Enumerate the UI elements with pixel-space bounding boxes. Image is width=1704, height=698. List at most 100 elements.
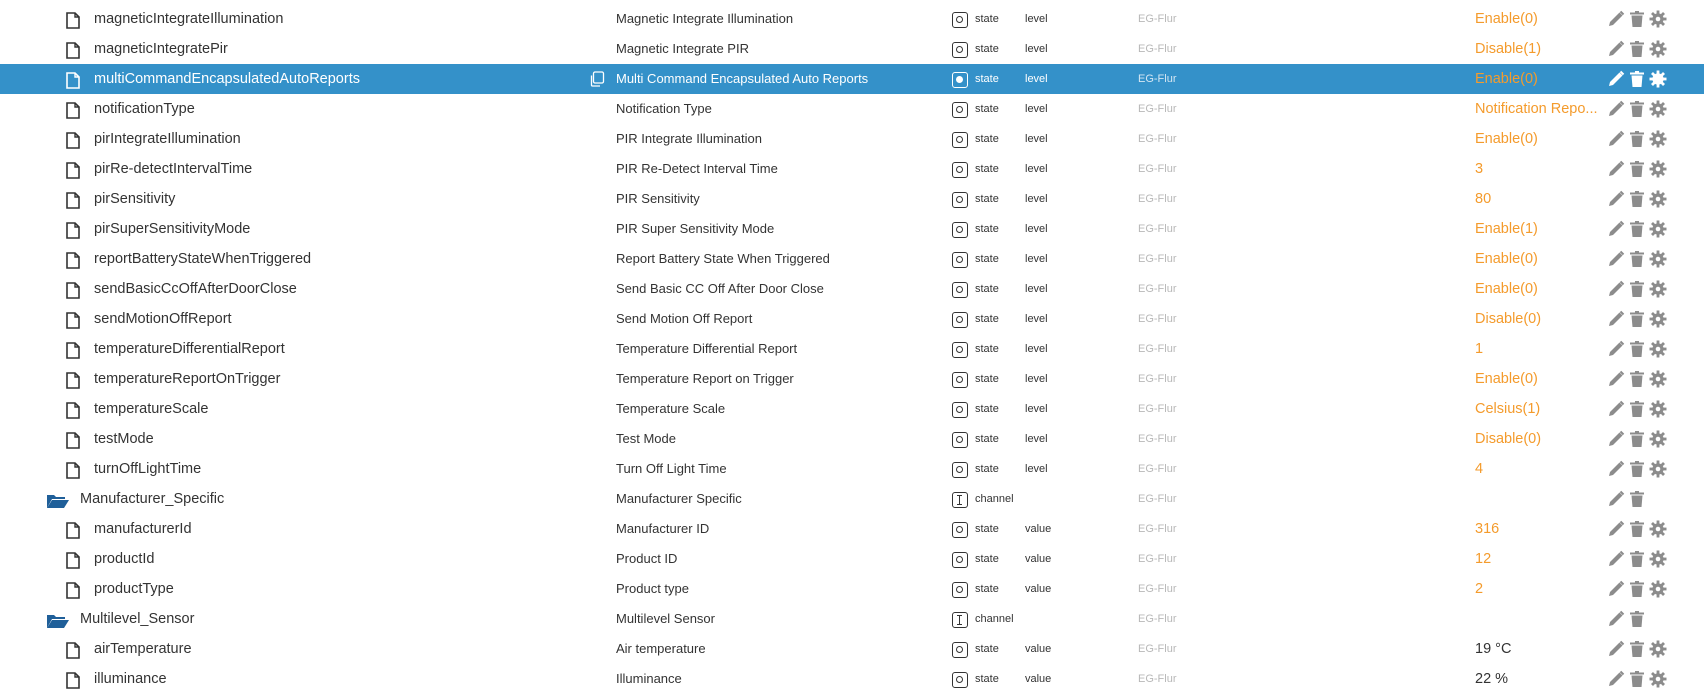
edit-pencil-icon[interactable] (1607, 520, 1625, 538)
delete-trash-icon[interactable] (1628, 340, 1646, 358)
object-id[interactable]: temperatureDifferentialReport (94, 334, 574, 364)
edit-pencil-icon[interactable] (1607, 280, 1625, 298)
object-id[interactable]: testMode (94, 424, 574, 454)
object-id[interactable]: reportBatteryStateWhenTriggered (94, 244, 574, 274)
object-id[interactable]: productId (94, 544, 574, 574)
edit-pencil-icon[interactable] (1607, 460, 1625, 478)
delete-trash-icon[interactable] (1628, 250, 1646, 268)
delete-trash-icon[interactable] (1628, 130, 1646, 148)
edit-pencil-icon[interactable] (1607, 580, 1625, 598)
settings-gear-icon[interactable] (1649, 430, 1667, 448)
delete-trash-icon[interactable] (1628, 400, 1646, 418)
object-value[interactable]: Celsius(1) (1475, 394, 1603, 424)
settings-gear-icon[interactable] (1649, 70, 1667, 88)
object-id[interactable]: sendBasicCcOffAfterDoorClose (94, 274, 574, 304)
edit-pencil-icon[interactable] (1607, 40, 1625, 58)
tree-row-channel[interactable]: Manufacturer_Specific Manufacturer Specif… (0, 484, 1704, 514)
tree-row-state[interactable]: testMode Test Mode state level EG-Flur Disabl… (0, 424, 1704, 454)
tree-row-state[interactable]: sendMotionOffReport Send Motion Off Repor… (0, 304, 1704, 334)
object-id[interactable]: multiCommandEncapsulatedAutoReports (94, 64, 574, 94)
edit-pencil-icon[interactable] (1607, 220, 1625, 238)
object-id[interactable]: magneticIntegrateIllumination (94, 4, 574, 34)
object-value[interactable]: 22 % (1475, 664, 1603, 694)
delete-trash-icon[interactable] (1628, 280, 1646, 298)
edit-pencil-icon[interactable] (1607, 430, 1625, 448)
delete-trash-icon[interactable] (1628, 580, 1646, 598)
copy-icon[interactable] (589, 71, 605, 87)
delete-trash-icon[interactable] (1628, 40, 1646, 58)
object-value[interactable]: 1 (1475, 334, 1603, 364)
object-value[interactable]: Disable(0) (1475, 304, 1603, 334)
object-id[interactable]: pirRe-detectIntervalTime (94, 154, 574, 184)
edit-pencil-icon[interactable] (1607, 130, 1625, 148)
object-id[interactable]: illuminance (94, 664, 574, 694)
object-value[interactable]: 19 °C (1475, 634, 1603, 664)
edit-pencil-icon[interactable] (1607, 310, 1625, 328)
delete-trash-icon[interactable] (1628, 310, 1646, 328)
tree-row-state[interactable]: multiCommandEncapsulatedAutoReports Multi… (0, 64, 1704, 94)
tree-row-state[interactable]: magneticIntegratePir Magnetic Integrate P… (0, 34, 1704, 64)
tree-row-state[interactable]: notificationType Notification Type state le… (0, 94, 1704, 124)
edit-pencil-icon[interactable] (1607, 100, 1625, 118)
object-id[interactable]: manufacturerId (94, 514, 574, 544)
delete-trash-icon[interactable] (1628, 370, 1646, 388)
object-value[interactable]: Enable(0) (1475, 124, 1603, 154)
delete-trash-icon[interactable] (1628, 70, 1646, 88)
edit-pencil-icon[interactable] (1607, 370, 1625, 388)
tree-row-state[interactable]: pirSuperSensitivityMode PIR Super Sensiti… (0, 214, 1704, 244)
settings-gear-icon[interactable] (1649, 220, 1667, 238)
object-id[interactable]: airTemperature (94, 634, 574, 664)
folder-open-icon[interactable] (46, 613, 70, 629)
object-id[interactable]: notificationType (94, 94, 574, 124)
edit-pencil-icon[interactable] (1607, 70, 1625, 88)
edit-pencil-icon[interactable] (1607, 10, 1625, 28)
edit-pencil-icon[interactable] (1607, 610, 1625, 628)
delete-trash-icon[interactable] (1628, 550, 1646, 568)
edit-pencil-icon[interactable] (1607, 190, 1625, 208)
edit-pencil-icon[interactable] (1607, 490, 1625, 508)
settings-gear-icon[interactable] (1649, 40, 1667, 58)
delete-trash-icon[interactable] (1628, 10, 1646, 28)
tree-row-state[interactable]: turnOffLightTime Turn Off Light Time state… (0, 454, 1704, 484)
tree-row-state[interactable]: productType Product type state value EG-Flur… (0, 574, 1704, 604)
object-id[interactable]: turnOffLightTime (94, 454, 574, 484)
object-id[interactable]: Manufacturer_Specific (80, 484, 560, 514)
settings-gear-icon[interactable] (1649, 340, 1667, 358)
edit-pencil-icon[interactable] (1607, 160, 1625, 178)
object-value[interactable] (1475, 484, 1603, 514)
settings-gear-icon[interactable] (1649, 670, 1667, 688)
settings-gear-icon[interactable] (1649, 10, 1667, 28)
object-id[interactable]: Multilevel_Sensor (80, 604, 560, 634)
tree-row-state[interactable]: temperatureScale Temperature Scale state le… (0, 394, 1704, 424)
tree-row-state[interactable]: magneticIntegrateIllumination Magnetic In… (0, 4, 1704, 34)
settings-gear-icon[interactable] (1649, 190, 1667, 208)
edit-pencil-icon[interactable] (1607, 400, 1625, 418)
settings-gear-icon[interactable] (1649, 520, 1667, 538)
tree-row-state[interactable]: pirRe-detectIntervalTime PIR Re-Detect In… (0, 154, 1704, 184)
tree-row-state[interactable]: reportBatteryStateWhenTriggered Report Ba… (0, 244, 1704, 274)
edit-pencil-icon[interactable] (1607, 340, 1625, 358)
settings-gear-icon[interactable] (1649, 580, 1667, 598)
edit-pencil-icon[interactable] (1607, 670, 1625, 688)
object-id[interactable]: temperatureReportOnTrigger (94, 364, 574, 394)
tree-row-state[interactable]: manufacturerId Manufacturer ID state value E… (0, 514, 1704, 544)
edit-pencil-icon[interactable] (1607, 250, 1625, 268)
object-value[interactable]: Enable(1) (1475, 214, 1603, 244)
object-value[interactable]: 4 (1475, 454, 1603, 484)
tree-row-state[interactable]: illuminance Illuminance state value EG-Flur 2… (0, 664, 1704, 694)
settings-gear-icon[interactable] (1649, 400, 1667, 418)
tree-row-state[interactable]: airTemperature Air temperature state value E… (0, 634, 1704, 664)
settings-gear-icon[interactable] (1649, 130, 1667, 148)
settings-gear-icon[interactable] (1649, 280, 1667, 298)
object-value[interactable]: 12 (1475, 544, 1603, 574)
object-value[interactable]: 3 (1475, 154, 1603, 184)
delete-trash-icon[interactable] (1628, 460, 1646, 478)
object-id[interactable]: temperatureScale (94, 394, 574, 424)
tree-row-state[interactable]: temperatureDifferentialReport Temperature… (0, 334, 1704, 364)
object-value[interactable]: Disable(0) (1475, 424, 1603, 454)
delete-trash-icon[interactable] (1628, 520, 1646, 538)
settings-gear-icon[interactable] (1649, 250, 1667, 268)
object-id[interactable]: pirIntegrateIllumination (94, 124, 574, 154)
object-value[interactable]: Disable(1) (1475, 34, 1603, 64)
settings-gear-icon[interactable] (1649, 310, 1667, 328)
